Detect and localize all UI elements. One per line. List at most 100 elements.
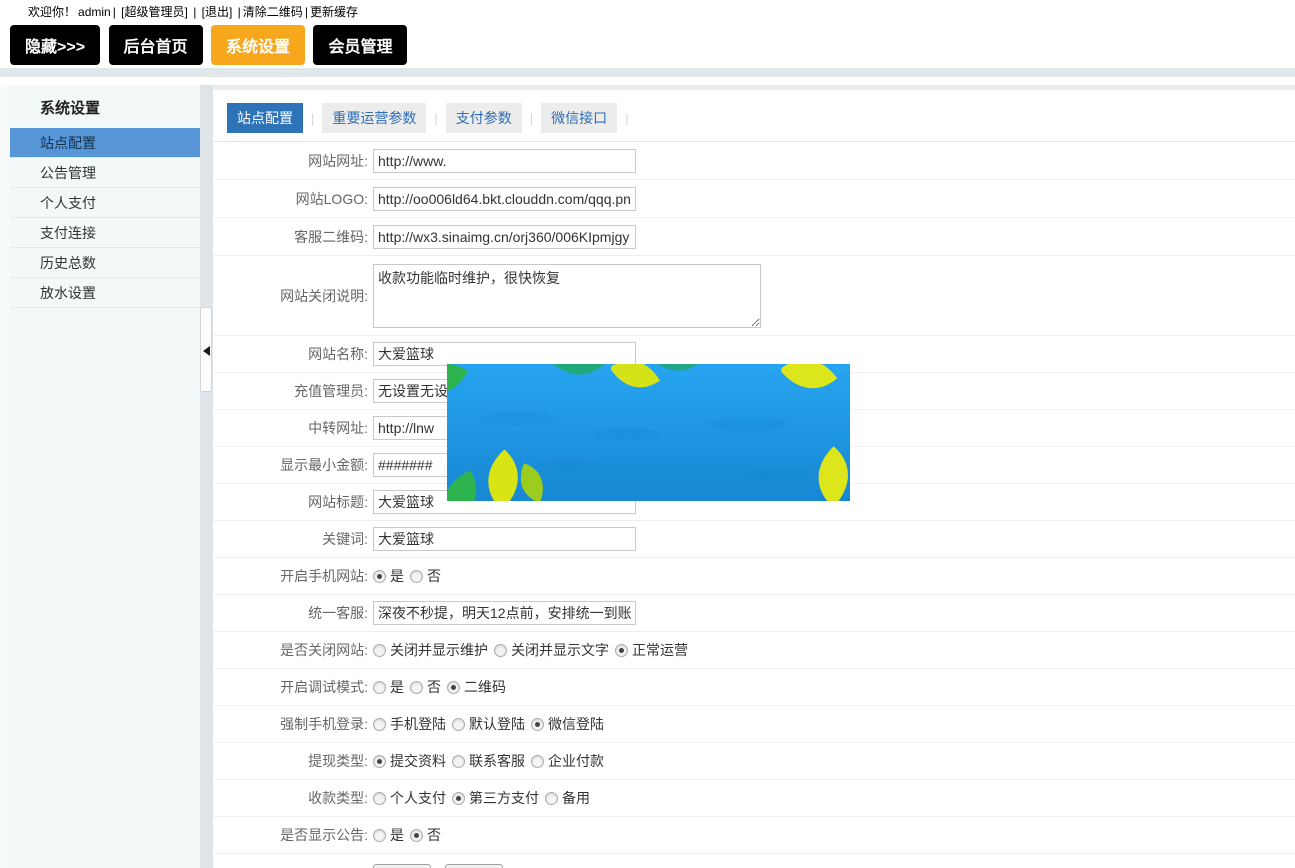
tab-separator: | <box>311 111 314 126</box>
radio-label[interactable]: 微信登陆 <box>548 714 604 734</box>
nav-hide-button[interactable]: 隐藏>>> <box>10 25 100 65</box>
field-label: 是否显示公告: <box>213 825 373 845</box>
withdraw-enterprise-radio[interactable] <box>531 755 544 768</box>
form-row: 统一客服: <box>213 595 1295 632</box>
sidebar-item-site-config[interactable]: 站点配置 <box>10 128 200 158</box>
sidebar-collapse-handle[interactable] <box>200 307 212 392</box>
field-label: 统一客服: <box>213 603 373 623</box>
radio-label[interactable]: 企业付款 <box>548 751 604 771</box>
radio-label[interactable]: 备用 <box>562 788 590 808</box>
debug-no-radio[interactable] <box>410 681 423 694</box>
sidebar: 系统设置 站点配置 公告管理 个人支付 支付连接 历史总数 放水设置 <box>10 85 200 868</box>
chevron-left-icon <box>203 346 210 356</box>
nav-member-management-button[interactable]: 会员管理 <box>313 25 407 65</box>
login-default-radio[interactable] <box>452 718 465 731</box>
update-cache-link[interactable]: 更新缓存 <box>310 5 358 19</box>
payment-thirdparty-radio[interactable] <box>452 792 465 805</box>
payment-personal-radio[interactable] <box>373 792 386 805</box>
field-label: 开启手机网站: <box>213 566 373 586</box>
field-label: 网站标题: <box>213 492 373 512</box>
form-row: 关键词: <box>213 521 1295 558</box>
field-label: 强制手机登录: <box>213 714 373 734</box>
field-label: 充值管理员: <box>213 381 373 401</box>
tab-wechat-api[interactable]: 微信接口 <box>541 103 617 133</box>
notice-yes-radio[interactable] <box>373 829 386 842</box>
site-logo-input[interactable] <box>373 187 636 211</box>
field-label: 关键词: <box>213 529 373 549</box>
site-close-note-textarea[interactable]: 收款功能临时维护，很快恢复 <box>373 264 761 328</box>
login-mobile-radio[interactable] <box>373 718 386 731</box>
radio-label[interactable]: 关闭并显示维护 <box>390 640 488 660</box>
radio-label[interactable]: 否 <box>427 566 441 586</box>
field-label: 网站LOGO: <box>213 189 373 209</box>
welcome-text: 欢迎你！ <box>28 5 76 19</box>
field-label: 显示最小金额: <box>213 455 373 475</box>
unified-service-input[interactable] <box>373 601 636 625</box>
debug-qrcode-radio[interactable] <box>447 681 460 694</box>
save-button[interactable]: 保存 <box>373 864 431 868</box>
tab-operation-params[interactable]: 重要运营参数 <box>322 103 426 133</box>
spacer <box>0 77 1295 85</box>
separator: | <box>193 5 196 19</box>
sidebar-item-notice-management[interactable]: 公告管理 <box>10 158 200 188</box>
nav-home-button[interactable]: 后台首页 <box>109 25 203 65</box>
close-site-normal-radio[interactable] <box>615 644 628 657</box>
mobile-site-yes-radio[interactable] <box>373 570 386 583</box>
sidebar-item-personal-payment[interactable]: 个人支付 <box>10 188 200 218</box>
sidebar-item-payment-link[interactable]: 支付连接 <box>10 218 200 248</box>
field-label: 网站名称: <box>213 344 373 364</box>
tab-bar: 站点配置|重要运营参数|支付参数|微信接口| <box>213 90 1295 142</box>
radio-label[interactable]: 否 <box>427 825 441 845</box>
separator: | <box>305 5 308 19</box>
radio-label[interactable]: 提交资料 <box>390 751 446 771</box>
site-url-input[interactable] <box>373 149 636 173</box>
radio-label[interactable]: 默认登陆 <box>469 714 525 734</box>
sidebar-item-history-total[interactable]: 历史总数 <box>10 248 200 278</box>
form-row: 客服二维码: <box>213 218 1295 256</box>
sidebar-splitter <box>200 85 213 868</box>
form-row: 是否显示公告: 是 否 <box>213 817 1295 854</box>
form-row: 开启手机网站: 是 否 <box>213 558 1295 595</box>
tab-payment-params[interactable]: 支付参数 <box>446 103 522 133</box>
radio-label[interactable]: 否 <box>427 677 441 697</box>
radio-label[interactable]: 第三方支付 <box>469 788 539 808</box>
close-site-text-radio[interactable] <box>494 644 507 657</box>
radio-label[interactable]: 手机登陆 <box>390 714 446 734</box>
form-actions: 保存 重置 <box>213 854 1295 868</box>
logout-link[interactable]: [退出] <box>202 5 233 19</box>
notice-no-radio[interactable] <box>410 829 423 842</box>
withdraw-contact-radio[interactable] <box>452 755 465 768</box>
nav-system-settings-button[interactable]: 系统设置 <box>211 25 305 65</box>
form-row: 强制手机登录: 手机登陆 默认登陆 微信登陆 <box>213 706 1295 743</box>
form-row: 网站LOGO: <box>213 180 1295 218</box>
radio-label[interactable]: 正常运营 <box>632 640 688 660</box>
radio-label[interactable]: 是 <box>390 825 404 845</box>
close-site-maintenance-radio[interactable] <box>373 644 386 657</box>
payment-backup-radio[interactable] <box>545 792 558 805</box>
reset-button[interactable]: 重置 <box>445 864 503 868</box>
radio-label[interactable]: 二维码 <box>464 677 506 697</box>
clear-qrcode-link[interactable]: 清除二维码 <box>243 5 303 19</box>
radio-label[interactable]: 是 <box>390 677 404 697</box>
debug-yes-radio[interactable] <box>373 681 386 694</box>
radio-label[interactable]: 关闭并显示文字 <box>511 640 609 660</box>
radio-label[interactable]: 是 <box>390 566 404 586</box>
radio-label[interactable]: 个人支付 <box>390 788 446 808</box>
sidebar-item-water-settings[interactable]: 放水设置 <box>10 278 200 308</box>
keywords-input[interactable] <box>373 527 636 551</box>
field-label: 是否关闭网站: <box>213 640 373 660</box>
site-name-input[interactable] <box>373 342 636 366</box>
field-label: 提现类型: <box>213 751 373 771</box>
form-row: 收款类型: 个人支付 第三方支付 备用 <box>213 780 1295 817</box>
tab-separator: | <box>625 111 628 126</box>
role-badge: [超级管理员] <box>121 5 188 19</box>
tab-site-config[interactable]: 站点配置 <box>227 103 303 133</box>
mobile-site-no-radio[interactable] <box>410 570 423 583</box>
form-row: 网站网址: <box>213 142 1295 180</box>
login-wechat-radio[interactable] <box>531 718 544 731</box>
withdraw-submit-radio[interactable] <box>373 755 386 768</box>
radio-label[interactable]: 联系客服 <box>469 751 525 771</box>
form-row: 提现类型: 提交资料 联系客服 企业付款 <box>213 743 1295 780</box>
service-qrcode-input[interactable] <box>373 225 636 249</box>
tab-separator: | <box>530 111 533 126</box>
